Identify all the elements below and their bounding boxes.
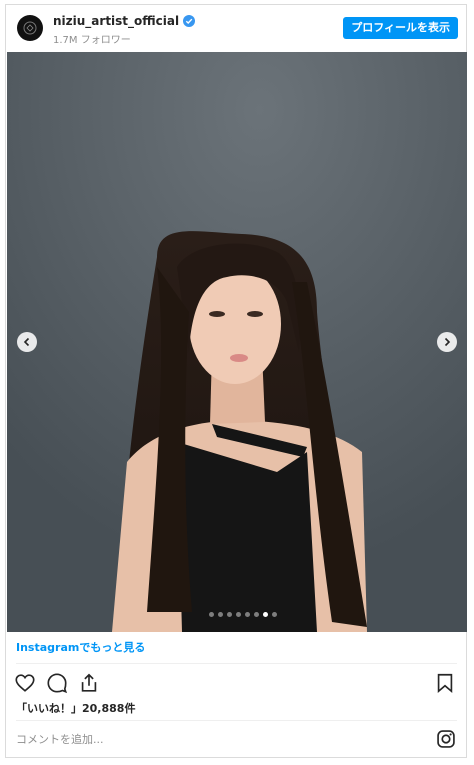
divider <box>16 720 457 721</box>
share-icon[interactable] <box>78 672 100 694</box>
carousel-dot <box>263 612 268 617</box>
like-count: 「いいね！」20,888件 <box>16 702 136 715</box>
carousel-dot <box>218 612 223 617</box>
instagram-logo-icon[interactable] <box>436 729 456 749</box>
post-photo[interactable] <box>7 52 467 632</box>
follower-count: 1.7M フォロワー <box>53 35 131 46</box>
heart-icon[interactable] <box>14 672 36 694</box>
carousel-next-button[interactable] <box>437 332 457 352</box>
verified-badge-icon <box>183 15 196 27</box>
username-text[interactable]: niziu_artist_official <box>53 14 179 28</box>
chevron-right-icon <box>444 337 451 347</box>
view-profile-button[interactable]: プロフィールを表示 <box>343 17 458 39</box>
post-header: niziu_artist_official 1.7M フォロワー プロフィールを… <box>6 5 466 49</box>
divider <box>16 663 457 664</box>
chevron-left-icon <box>23 337 30 347</box>
comment-input[interactable]: コメントを追加... <box>16 731 104 747</box>
carousel-prev-button[interactable] <box>17 332 37 352</box>
portrait-image <box>7 52 467 632</box>
carousel-dot <box>272 612 277 617</box>
carousel-dot <box>236 612 241 617</box>
carousel-dot <box>245 612 250 617</box>
carousel-dot <box>227 612 232 617</box>
carousel-indicator <box>209 612 277 617</box>
account-username[interactable]: niziu_artist_official <box>53 14 196 28</box>
instagram-embed-card: niziu_artist_official 1.7M フォロワー プロフィールを… <box>5 4 467 758</box>
action-bar <box>14 672 100 694</box>
avatar[interactable] <box>17 15 43 41</box>
comment-icon[interactable] <box>46 672 68 694</box>
brand-logo-icon <box>23 21 37 35</box>
bookmark-icon[interactable] <box>434 672 456 694</box>
carousel-dot <box>209 612 214 617</box>
carousel-dot <box>254 612 259 617</box>
view-more-link[interactable]: Instagramでもっと見る <box>16 639 145 655</box>
